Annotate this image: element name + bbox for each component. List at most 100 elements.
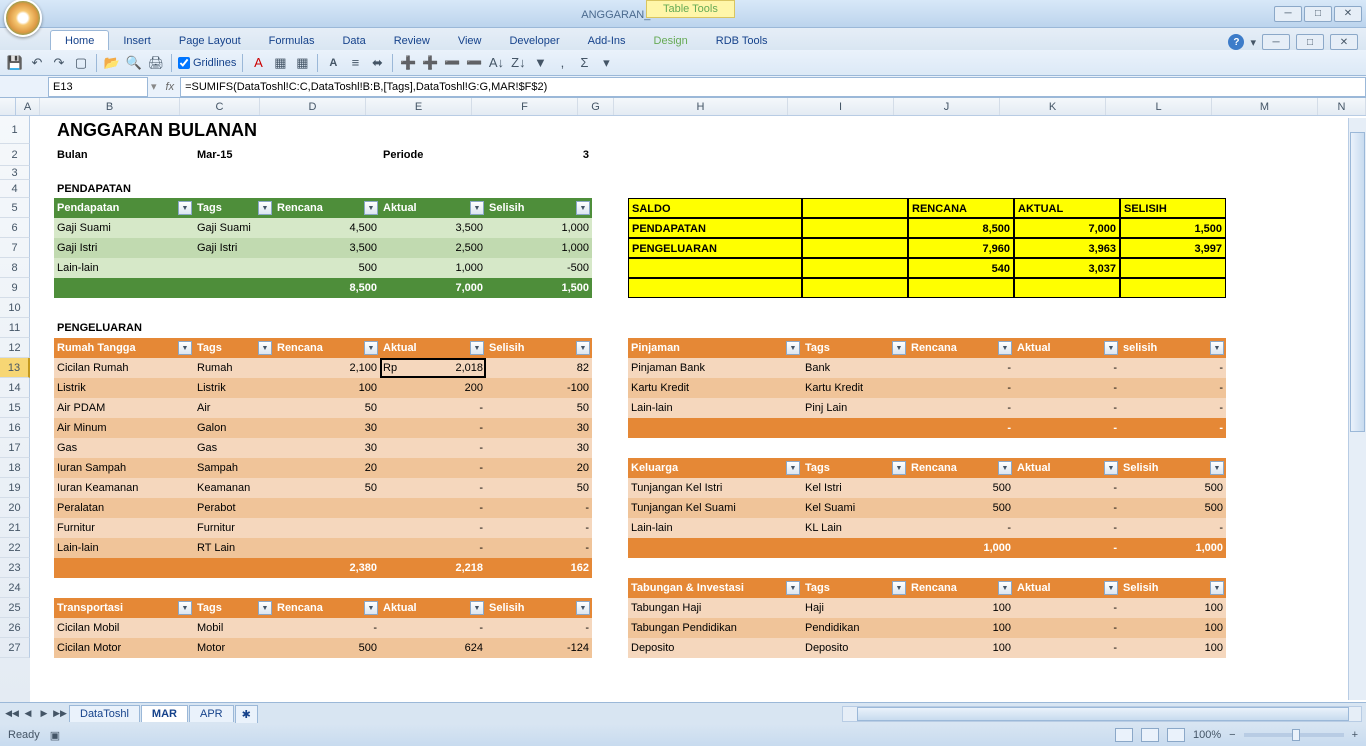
cell[interactable]: -: [1014, 498, 1120, 518]
tab-review[interactable]: Review: [380, 31, 444, 50]
zoom-in-icon[interactable]: +: [1352, 729, 1358, 741]
filter-dropdown-icon[interactable]: ▼: [1210, 341, 1224, 355]
horizontal-scrollbar[interactable]: [842, 706, 1362, 722]
col-header-G[interactable]: G: [578, 98, 614, 115]
row-header-12[interactable]: 12: [0, 338, 30, 358]
col-header-A[interactable]: A: [16, 98, 40, 115]
cell[interactable]: Bank: [802, 358, 908, 378]
td[interactable]: Air: [194, 398, 274, 418]
tab-page-layout[interactable]: Page Layout: [165, 31, 255, 50]
col-header-K[interactable]: K: [1000, 98, 1106, 115]
saldo-cell[interactable]: [802, 198, 908, 218]
col-header-E[interactable]: E: [366, 98, 472, 115]
formula-input[interactable]: =SUMIFS(DataToshl!C:C,DataToshl!B:B,[Tag…: [180, 77, 1366, 97]
cell[interactable]: [274, 538, 380, 558]
cell[interactable]: 100: [1120, 598, 1226, 618]
workbook-restore[interactable]: □: [1296, 34, 1324, 50]
cell[interactable]: KL Lain: [802, 518, 908, 538]
cell[interactable]: -: [1014, 598, 1120, 618]
td[interactable]: Cicilan Rumah: [54, 358, 194, 378]
td[interactable]: 1,000: [486, 218, 592, 238]
col-header-H[interactable]: H: [614, 98, 788, 115]
tab-formulas[interactable]: Formulas: [255, 31, 329, 50]
row-header-13[interactable]: 13: [0, 358, 30, 378]
cell[interactable]: -: [1120, 518, 1226, 538]
td[interactable]: 2,018: [380, 358, 486, 378]
cell[interactable]: 50: [274, 478, 380, 498]
td[interactable]: Rumah: [194, 358, 274, 378]
filter-icon[interactable]: ▼: [531, 54, 549, 72]
row-header-23[interactable]: 23: [0, 558, 30, 578]
cell[interactable]: Motor: [194, 638, 274, 658]
filter-dropdown-icon[interactable]: ▼: [576, 201, 590, 215]
td[interactable]: Listrik: [54, 378, 194, 398]
cell[interactable]: -100: [486, 378, 592, 398]
td[interactable]: Lain-lain: [54, 538, 194, 558]
td[interactable]: Gas: [194, 438, 274, 458]
workbook-minimize[interactable]: ─: [1262, 34, 1290, 50]
th-kl-0[interactable]: Keluarga: [628, 458, 802, 478]
cell[interactable]: 162: [486, 558, 592, 578]
namebox-dropdown-icon[interactable]: ▾: [148, 80, 160, 93]
cell[interactable]: -: [380, 478, 486, 498]
row-header-1[interactable]: 1: [0, 116, 30, 144]
row-header-19[interactable]: 19: [0, 478, 30, 498]
filter-dropdown-icon[interactable]: ▼: [998, 461, 1012, 475]
cell[interactable]: -: [1120, 358, 1226, 378]
tab-home[interactable]: Home: [50, 30, 109, 50]
ins-col-icon[interactable]: ➕: [421, 54, 439, 72]
saldo-cell[interactable]: [1014, 278, 1120, 298]
td[interactable]: Furnitur: [54, 518, 194, 538]
filter-dropdown-icon[interactable]: ▼: [1104, 341, 1118, 355]
filter-dropdown-icon[interactable]: ▼: [786, 461, 800, 475]
cell[interactable]: 30: [274, 438, 380, 458]
cell[interactable]: Kartu Kredit: [628, 378, 802, 398]
td[interactable]: Listrik: [194, 378, 274, 398]
cell[interactable]: 30: [274, 418, 380, 438]
cell[interactable]: 2,100: [274, 358, 380, 378]
name-box[interactable]: E13: [48, 77, 148, 97]
font-color-icon[interactable]: A: [249, 54, 267, 72]
filter-dropdown-icon[interactable]: ▼: [258, 201, 272, 215]
cell[interactable]: -: [908, 378, 1014, 398]
cell[interactable]: -: [1014, 518, 1120, 538]
td[interactable]: RT Lain: [194, 538, 274, 558]
saldo-cell[interactable]: RENCANA: [908, 198, 1014, 218]
cell[interactable]: Kel Suami: [802, 498, 908, 518]
row-header-22[interactable]: 22: [0, 538, 30, 558]
zoom-out-icon[interactable]: −: [1229, 729, 1235, 741]
cell[interactable]: -: [380, 518, 486, 538]
saldo-cell[interactable]: [628, 278, 802, 298]
page-layout-view-icon[interactable]: [1141, 728, 1159, 742]
fill-color-icon[interactable]: ▦: [271, 54, 289, 72]
macro-icon[interactable]: ▣: [50, 729, 60, 742]
saldo-cell[interactable]: [628, 258, 802, 278]
row-header-14[interactable]: 14: [0, 378, 30, 398]
redo-icon[interactable]: ↷: [50, 54, 68, 72]
td[interactable]: Peralatan: [54, 498, 194, 518]
del-col-icon[interactable]: ➖: [465, 54, 483, 72]
cell[interactable]: -: [380, 398, 486, 418]
td[interactable]: 7,000: [380, 278, 486, 298]
row-header-17[interactable]: 17: [0, 438, 30, 458]
filter-dropdown-icon[interactable]: ▼: [258, 601, 272, 615]
td[interactable]: 8,500: [908, 218, 1014, 238]
value-bulan[interactable]: Mar-15: [194, 144, 274, 166]
filter-dropdown-icon[interactable]: ▼: [364, 601, 378, 615]
saldo-cell[interactable]: [802, 258, 908, 278]
tab-rdb-tools[interactable]: RDB Tools: [702, 31, 782, 50]
cell[interactable]: -: [1014, 358, 1120, 378]
sheet-tab-mar[interactable]: MAR: [141, 705, 188, 722]
print-preview-icon[interactable]: 🔍: [125, 54, 143, 72]
cell[interactable]: Cicilan Motor: [54, 638, 194, 658]
row-header-5[interactable]: 5: [0, 198, 30, 218]
td[interactable]: 3,997: [1120, 238, 1226, 258]
workbook-close[interactable]: ✕: [1330, 34, 1358, 50]
td[interactable]: 1,500: [486, 278, 592, 298]
col-header-B[interactable]: B: [40, 98, 180, 115]
filter-dropdown-icon[interactable]: ▼: [470, 601, 484, 615]
tab-nav-last[interactable]: ▶▶: [52, 706, 68, 722]
filter-dropdown-icon[interactable]: ▼: [1104, 581, 1118, 595]
td[interactable]: 8,500: [274, 278, 380, 298]
td[interactable]: 3,500: [274, 238, 380, 258]
